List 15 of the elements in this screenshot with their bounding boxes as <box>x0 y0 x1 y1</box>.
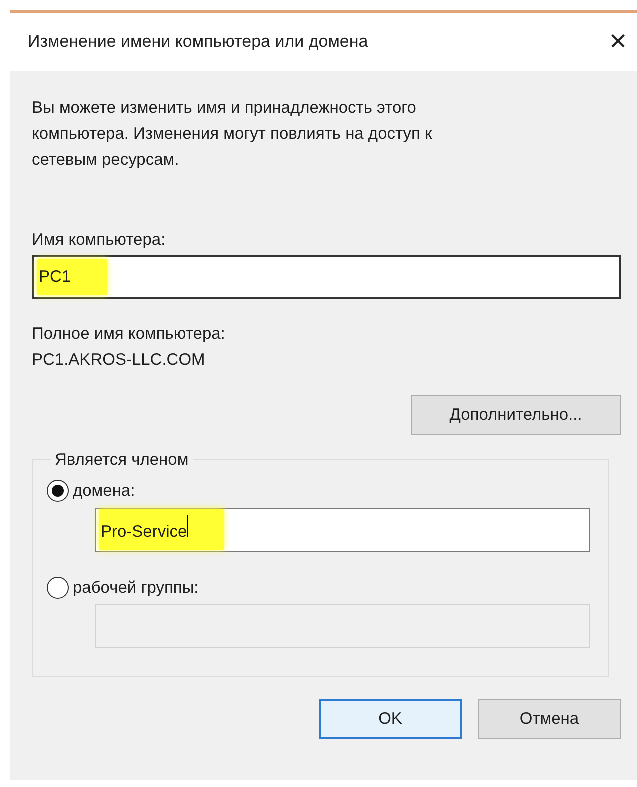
more-button[interactable]: Дополнительно... <box>411 395 621 435</box>
input-field[interactable]: Pro-Service <box>95 508 590 552</box>
radio-button[interactable] <box>47 480 69 502</box>
cancel-button[interactable]: Отмена <box>478 699 621 740</box>
option-label: домена: <box>73 480 136 502</box>
full-name-label: Полное имя компьютера: <box>32 324 226 345</box>
input-field[interactable]: PC1 <box>32 255 621 299</box>
window-title: Изменение имени компьютера или домена <box>28 31 368 54</box>
full-name-value: PC1.AKROS-LLC.COM <box>32 350 206 371</box>
description-text: Вы можете изменить имя и принадлежность этого компьютера. Изменения могут повлиять на доступ к сетевым ресурсам. <box>32 98 434 171</box>
text-cursor <box>187 514 188 537</box>
close-button[interactable]: × <box>605 27 631 57</box>
ok-button[interactable]: OK <box>319 699 462 740</box>
option-label: рабочей группы: <box>73 578 199 598</box>
computer-name-label: Имя компьютера: <box>32 230 167 251</box>
